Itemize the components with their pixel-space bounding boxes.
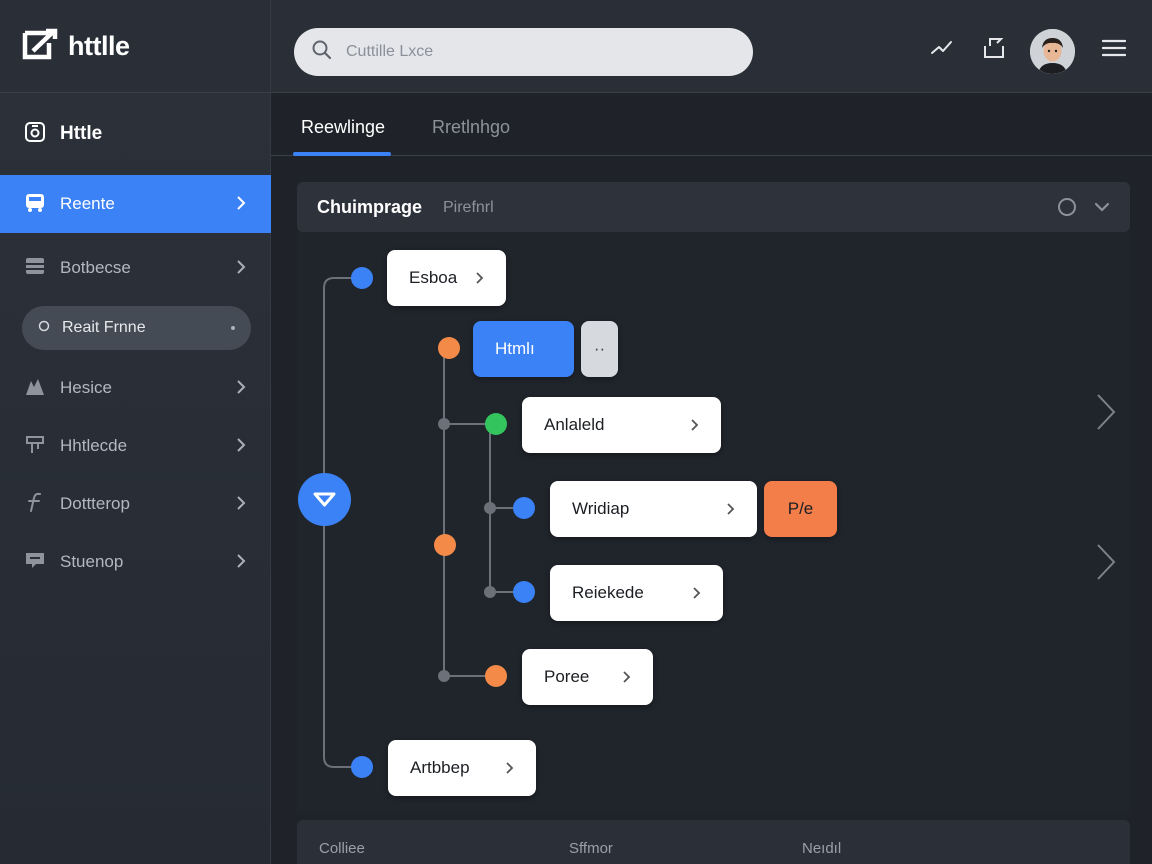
tree-node-anlaleld[interactable]: Anlaleld: [522, 397, 721, 453]
panel-title: Chuimprage: [317, 197, 423, 217]
sidebar-item-hhtlecde[interactable]: Hhtlecde: [0, 417, 271, 475]
layout-icon: [24, 255, 46, 282]
hamburger-menu-icon[interactable]: [1101, 36, 1127, 60]
tree-node-esboa[interactable]: Esboa: [387, 250, 506, 306]
node-label: Reiekede: [572, 583, 644, 602]
column-header[interactable]: Neıdıl: [802, 840, 841, 857]
node-label: Esboa: [409, 268, 458, 287]
tab-bar: Reewlinge Rretlnhgo: [271, 93, 1152, 156]
root-toggle-button[interactable]: [298, 473, 351, 526]
function-icon: [24, 491, 46, 518]
search-icon: [312, 40, 332, 65]
connector-dot: [351, 756, 373, 778]
node-label: Poree: [544, 667, 590, 686]
sidebar-item-label: Dottterop: [60, 494, 130, 513]
tree-node-html[interactable]: Htmlı: [473, 321, 574, 377]
node-label: P/e: [787, 499, 814, 518]
sidebar-title: Httle: [60, 123, 103, 144]
sidebar-item-label: Hesice: [60, 378, 112, 397]
triangle-down-icon: [313, 492, 336, 507]
sidebar-item-stuenop[interactable]: Stuenop: [0, 533, 271, 591]
chart-icon: [24, 375, 46, 402]
chevron-right-icon: [727, 503, 735, 515]
chevron-right-icon: [691, 419, 699, 431]
top-bar: httlle: [0, 0, 1152, 93]
brand[interactable]: httlle: [0, 0, 271, 93]
panel-subtitle: Pirefnrl: [443, 199, 494, 216]
chevron-right-icon: [237, 496, 246, 510]
chevron-down-icon[interactable]: [1093, 198, 1111, 216]
camera-icon: [24, 121, 46, 148]
connector-joint: [484, 502, 496, 514]
signpost-icon: [24, 433, 46, 460]
search-input[interactable]: [346, 43, 706, 61]
connector-dot: [513, 581, 535, 603]
connector-dot: [438, 337, 460, 359]
search-bar[interactable]: [294, 28, 753, 76]
active-tab-indicator: [293, 152, 391, 156]
bus-icon: [24, 191, 46, 218]
connector-dot: [434, 534, 456, 556]
sidebar-item-dottterop[interactable]: Dottterop: [0, 475, 271, 533]
chevron-right-icon: [237, 380, 246, 394]
chevron-right-icon[interactable]: [1094, 542, 1118, 582]
tab-reewlinge[interactable]: Reewlinge: [301, 117, 385, 138]
chevron-right-icon: [237, 554, 246, 568]
sidebar-header[interactable]: Httle: [0, 93, 271, 175]
table-header: Colliee Sffmor Neıdıl: [297, 820, 1130, 864]
circle-icon: [38, 319, 50, 337]
sidebar-item-botbecse[interactable]: Botbecse: [0, 239, 271, 297]
brand-name: httlle: [68, 31, 130, 61]
column-header[interactable]: Colliee: [319, 840, 365, 857]
logo-icon: [22, 27, 60, 66]
sidebar: Httle Reente Botbecse Reait Frnne Hesice…: [0, 93, 271, 864]
sidebar-pill-label: Reait Frnne: [62, 319, 146, 336]
node-label: Htmlı: [495, 339, 535, 358]
node-label: Anlaleld: [544, 415, 605, 434]
node-label: Artbbep: [410, 758, 470, 777]
connector-dot: [485, 665, 507, 687]
chevron-right-icon: [237, 260, 246, 274]
more-dot-icon: [231, 326, 235, 330]
sidebar-pill-reait-frnne[interactable]: Reait Frnne: [22, 306, 251, 350]
chevron-right-icon: [506, 762, 514, 774]
sidebar-item-label: Reente: [60, 194, 115, 213]
tree-node-reiekede[interactable]: Reiekede: [550, 565, 723, 621]
sidebar-item-hesice[interactable]: Hesice: [0, 359, 271, 417]
node-label: ··: [593, 339, 606, 358]
avatar[interactable]: [1030, 29, 1075, 74]
tree-node-artbbep[interactable]: Artbbep: [388, 740, 536, 796]
refresh-icon[interactable]: [1057, 197, 1077, 217]
sidebar-item-reente[interactable]: Reente: [0, 175, 271, 233]
chevron-right-icon: [237, 196, 246, 210]
panel-header: Chuimprage Pirefnrl: [297, 182, 1130, 232]
trend-icon[interactable]: [930, 36, 954, 60]
chevron-right-icon: [237, 438, 246, 452]
connector-joint: [438, 418, 450, 430]
connector-joint: [438, 670, 450, 682]
tree-node-badge[interactable]: P/e: [764, 481, 837, 537]
connector-joint: [484, 586, 496, 598]
connector-dot: [351, 267, 373, 289]
column-header[interactable]: Sffmor: [569, 840, 613, 857]
tab-rretlnhgo[interactable]: Rretlnhgo: [432, 117, 510, 138]
chevron-right-icon[interactable]: [1094, 392, 1118, 432]
export-icon[interactable]: [982, 36, 1006, 60]
tree-node-more[interactable]: ··: [581, 321, 618, 377]
connector-dot: [513, 497, 535, 519]
sidebar-item-label: Stuenop: [60, 552, 124, 571]
chevron-right-icon: [693, 587, 701, 599]
chevron-right-icon: [476, 272, 484, 284]
node-label: Wridiap: [572, 499, 630, 518]
sidebar-item-label: Botbecse: [60, 258, 131, 277]
sidebar-item-label: Hhtlecde: [60, 436, 128, 455]
chevron-right-icon: [623, 671, 631, 683]
chat-icon: [24, 549, 46, 576]
tree-node-poree[interactable]: Poree: [522, 649, 653, 705]
tree-node-wridiap[interactable]: Wridiap: [550, 481, 757, 537]
connector-dot: [485, 413, 507, 435]
